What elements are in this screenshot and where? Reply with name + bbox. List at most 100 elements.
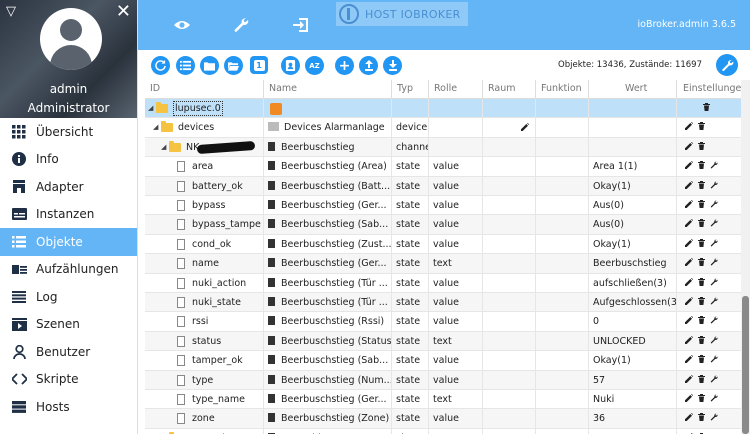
wrench-icon[interactable] [710,332,718,351]
wrench-icon[interactable] [710,274,718,293]
sidebar-item-szenen[interactable]: Szenen [0,311,137,339]
cell-wert[interactable]: 57 [588,370,676,390]
table-row[interactable]: status Beerbuschstieg (Status) state text UN… [145,331,741,352]
table-row[interactable]: name Beerbuschstieg (Ger... state text Beerb… [145,254,741,274]
list-view-button[interactable] [176,56,195,75]
edit-icon[interactable] [685,215,693,234]
cell-wert[interactable] [588,99,676,118]
table-row[interactable]: zone Beerbuschstieg (Zone) state value 36 [145,409,741,429]
add-object-button[interactable]: + [335,56,354,75]
expand-toggle-icon[interactable]: ◢ [161,138,169,157]
col-header-wert[interactable]: Wert [588,80,676,99]
cell-raum[interactable] [482,409,535,429]
table-row[interactable]: bypass_tampe Beerbuschstieg (Sab... state v… [145,215,741,235]
delete-icon[interactable] [698,138,705,157]
delete-icon[interactable] [698,390,705,409]
wrench-icon[interactable] [710,235,718,254]
wrench-icon[interactable] [710,254,718,273]
edit-icon[interactable] [685,177,693,196]
cell-wert[interactable]: aufschließen(3) [588,273,676,293]
cell-wert[interactable]: Aus(0) [588,215,676,235]
table-row[interactable]: ◢ NK Beerbuschstieg channe [145,137,741,158]
delete-icon[interactable] [698,371,705,390]
col-header-rolle[interactable]: Rolle [428,80,482,99]
table-row[interactable]: battery_ok Beerbuschstieg (Batt... state va… [145,176,741,196]
cell-wert[interactable] [588,137,676,157]
sidebar-item-skripte[interactable]: Skripte [0,366,137,394]
sidebar-item-objekte[interactable]: Objekte [0,228,137,256]
cell-wert[interactable] [588,428,676,434]
edit-icon[interactable] [685,371,693,390]
cell-raum[interactable] [482,196,535,215]
cell-raum[interactable] [482,312,535,332]
menu-toggle-icon[interactable]: ▽ [6,4,16,19]
download-button[interactable] [383,56,402,75]
expand-toggle-icon[interactable]: ▶ [161,429,169,434]
table-row[interactable]: ▶ RF:001d7e40 CO Melderchanne [145,428,741,434]
cell-raum[interactable] [482,215,535,235]
edit-icon[interactable] [685,138,693,157]
edit-icon[interactable] [685,118,693,137]
tab-wrench-icon[interactable] [228,13,254,37]
cell-raum[interactable] [482,254,535,274]
cell-raum[interactable] [482,273,535,293]
table-row[interactable]: type Beerbuschstieg (Num... state value 57 [145,370,741,390]
cell-wert[interactable] [588,118,676,138]
cell-raum[interactable] [482,137,535,157]
table-row[interactable]: rssi Beerbuschstieg (Rssi) state value 0 [145,312,741,332]
edit-icon[interactable] [685,312,693,331]
cell-raum[interactable] [482,293,535,312]
expand-level-button[interactable]: 1 [250,56,268,74]
cell-raum[interactable] [482,390,535,409]
wrench-icon[interactable] [710,351,718,370]
edit-icon[interactable] [685,196,693,215]
edit-icon[interactable] [685,157,693,176]
sort-az-button[interactable]: AZ [305,56,324,75]
cell-raum[interactable] [482,176,535,196]
edit-room-icon[interactable] [521,119,529,137]
wrench-icon[interactable] [710,196,718,215]
wrench-icon[interactable] [710,409,718,428]
cell-wert[interactable]: Aufgeschlossen(3) [588,293,676,312]
wrench-icon[interactable] [710,177,718,196]
sidebar-item-log[interactable]: Log [0,283,137,311]
tab-login-icon[interactable] [288,13,314,37]
cell-raum[interactable] [482,428,535,434]
wrench-icon[interactable] [710,157,718,176]
expand-toggle-icon[interactable]: ◢ [148,99,156,118]
delete-icon[interactable] [703,99,710,118]
table-row[interactable]: cond_ok Beerbuschstieg (Zust... state value… [145,234,741,255]
edit-icon[interactable] [685,429,693,434]
settings-wrench-button[interactable] [716,54,738,76]
upload-button[interactable] [359,56,378,75]
table-row[interactable]: ◢ devices Devices Alarmanlage device [145,118,741,138]
cell-wert[interactable]: Aus(0) [588,196,676,215]
edit-icon[interactable] [685,390,693,409]
cell-wert[interactable]: Okay(1) [588,234,676,254]
delete-icon[interactable] [698,157,705,176]
wrench-icon[interactable] [710,390,718,409]
cell-wert[interactable]: 0 [588,312,676,332]
cell-wert[interactable]: Okay(1) [588,176,676,196]
sidebar-item-info[interactable]: Info [0,146,137,174]
cell-wert[interactable]: 36 [588,409,676,429]
wrench-icon[interactable] [710,371,718,390]
table-row[interactable]: ◢ lupusec.0 [145,99,741,119]
cell-raum[interactable] [482,118,535,138]
delete-icon[interactable] [698,293,705,312]
folder-button[interactable] [200,56,219,75]
cell-raum[interactable] [482,234,535,254]
cell-wert[interactable]: UNLOCKED [588,331,676,351]
delete-icon[interactable] [698,118,705,137]
delete-icon[interactable] [698,351,705,370]
delete-icon[interactable] [698,215,705,234]
refresh-button[interactable] [151,56,170,75]
host-badge[interactable]: HOST IOBROKER [336,2,468,26]
wrench-icon[interactable] [710,215,718,234]
edit-icon[interactable] [685,293,693,312]
edit-icon[interactable] [685,274,693,293]
edit-icon[interactable] [685,351,693,370]
delete-icon[interactable] [698,429,705,434]
col-header-id[interactable]: ID [145,80,263,99]
cell-raum[interactable] [482,370,535,390]
